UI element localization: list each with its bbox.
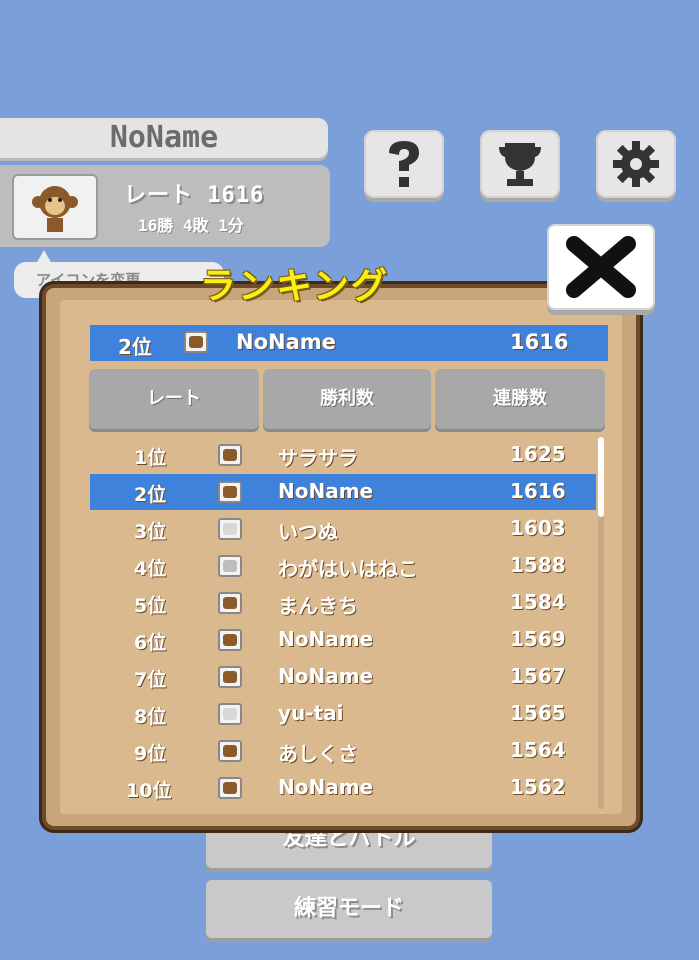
trophy-icon [499, 143, 541, 186]
player-name: まんきち [278, 594, 358, 618]
monkey-icon [218, 629, 242, 651]
player-name: NoName [278, 775, 374, 799]
player-score: 1562 [510, 775, 566, 799]
monkey-icon [218, 666, 242, 688]
monkey-icon [32, 186, 78, 232]
player-score: 1616 [510, 479, 566, 503]
gear-icon [613, 141, 659, 187]
player-name: NoName [278, 479, 374, 503]
monkey-icon [218, 592, 242, 614]
player-score: 1564 [510, 738, 566, 762]
help-button[interactable] [364, 130, 444, 198]
list-item: 4位 わがはいはねこ 1588 [90, 548, 596, 584]
rank-label: 10位 [126, 780, 172, 802]
avatar[interactable] [12, 174, 98, 240]
list-item: 10位 NoName 1562 [90, 770, 596, 806]
monkey-icon [184, 331, 208, 353]
list-item: 9位 あしくさ 1564 [90, 733, 596, 769]
dog-icon [218, 703, 242, 725]
tab-rate[interactable]: レート [89, 369, 259, 429]
player-score: 1567 [510, 664, 566, 688]
rank-label: 4位 [134, 558, 167, 580]
my-rank: 2位 [118, 335, 152, 359]
list-item-self: 2位 NoName 1616 [90, 474, 596, 510]
player-score: 1569 [510, 627, 566, 651]
player-name: NoName [278, 627, 374, 651]
monkey-icon [218, 444, 242, 466]
rank-label: 9位 [134, 743, 167, 765]
rank-label: 1位 [134, 447, 167, 469]
player-name: yu-tai [278, 701, 344, 725]
list-item: 7位 NoName 1567 [90, 659, 596, 695]
tab-streak[interactable]: 連勝数 [435, 369, 605, 429]
player-name: サラサラ [278, 446, 358, 470]
monkey-icon [218, 740, 242, 762]
list-item: 3位 いつぬ 1603 [90, 511, 596, 547]
player-score: 1603 [510, 516, 566, 540]
list-item: 5位 まんきち 1584 [90, 585, 596, 621]
record-text: 16勝 4敗 1分 [138, 216, 244, 235]
player-name: NoName [278, 664, 374, 688]
rank-label: 2位 [134, 484, 167, 506]
tab-wins[interactable]: 勝利数 [263, 369, 431, 429]
player-name: わがはいはねこ [278, 557, 418, 581]
player-score: 1565 [510, 701, 566, 725]
cat-icon [218, 555, 242, 577]
rank-label: 6位 [134, 632, 167, 654]
ranking-list[interactable]: 1位 サラサラ 1625 2位 NoName 1616 3位 いつぬ 1603 … [90, 437, 596, 809]
player-score: 1588 [510, 553, 566, 577]
list-item: 6位 NoName 1569 [90, 622, 596, 658]
player-score: 1584 [510, 590, 566, 614]
my-rank-row: 2位 NoName 1616 [90, 325, 608, 361]
scrollbar-thumb[interactable] [598, 437, 604, 517]
my-name: NoName [236, 330, 336, 354]
rank-label: 3位 [134, 521, 167, 543]
rank-label: 7位 [134, 669, 167, 691]
dog-icon [218, 518, 242, 540]
player-name: いつぬ [278, 520, 338, 544]
close-icon [566, 236, 636, 298]
player-score: 1625 [510, 442, 566, 466]
profile-name[interactable]: NoName [0, 118, 328, 158]
practice-mode-button[interactable]: 練習モード [206, 880, 492, 938]
settings-button[interactable] [596, 130, 676, 198]
list-item: 8位 yu-tai 1565 [90, 696, 596, 732]
monkey-icon [218, 481, 242, 503]
ranking-button[interactable] [480, 130, 560, 198]
monkey-icon [218, 777, 242, 799]
list-item: 1位 サラサラ 1625 [90, 437, 596, 473]
rate-text: レート 1616 [124, 183, 265, 208]
ranking-title: ランキング [200, 266, 389, 307]
close-button[interactable] [547, 224, 655, 310]
ranking-scrollbar[interactable] [598, 437, 604, 809]
my-score: 1616 [510, 330, 569, 354]
player-name: あしくさ [278, 742, 358, 766]
rank-label: 5位 [134, 595, 167, 617]
question-icon [389, 141, 419, 187]
rank-label: 8位 [134, 706, 167, 728]
